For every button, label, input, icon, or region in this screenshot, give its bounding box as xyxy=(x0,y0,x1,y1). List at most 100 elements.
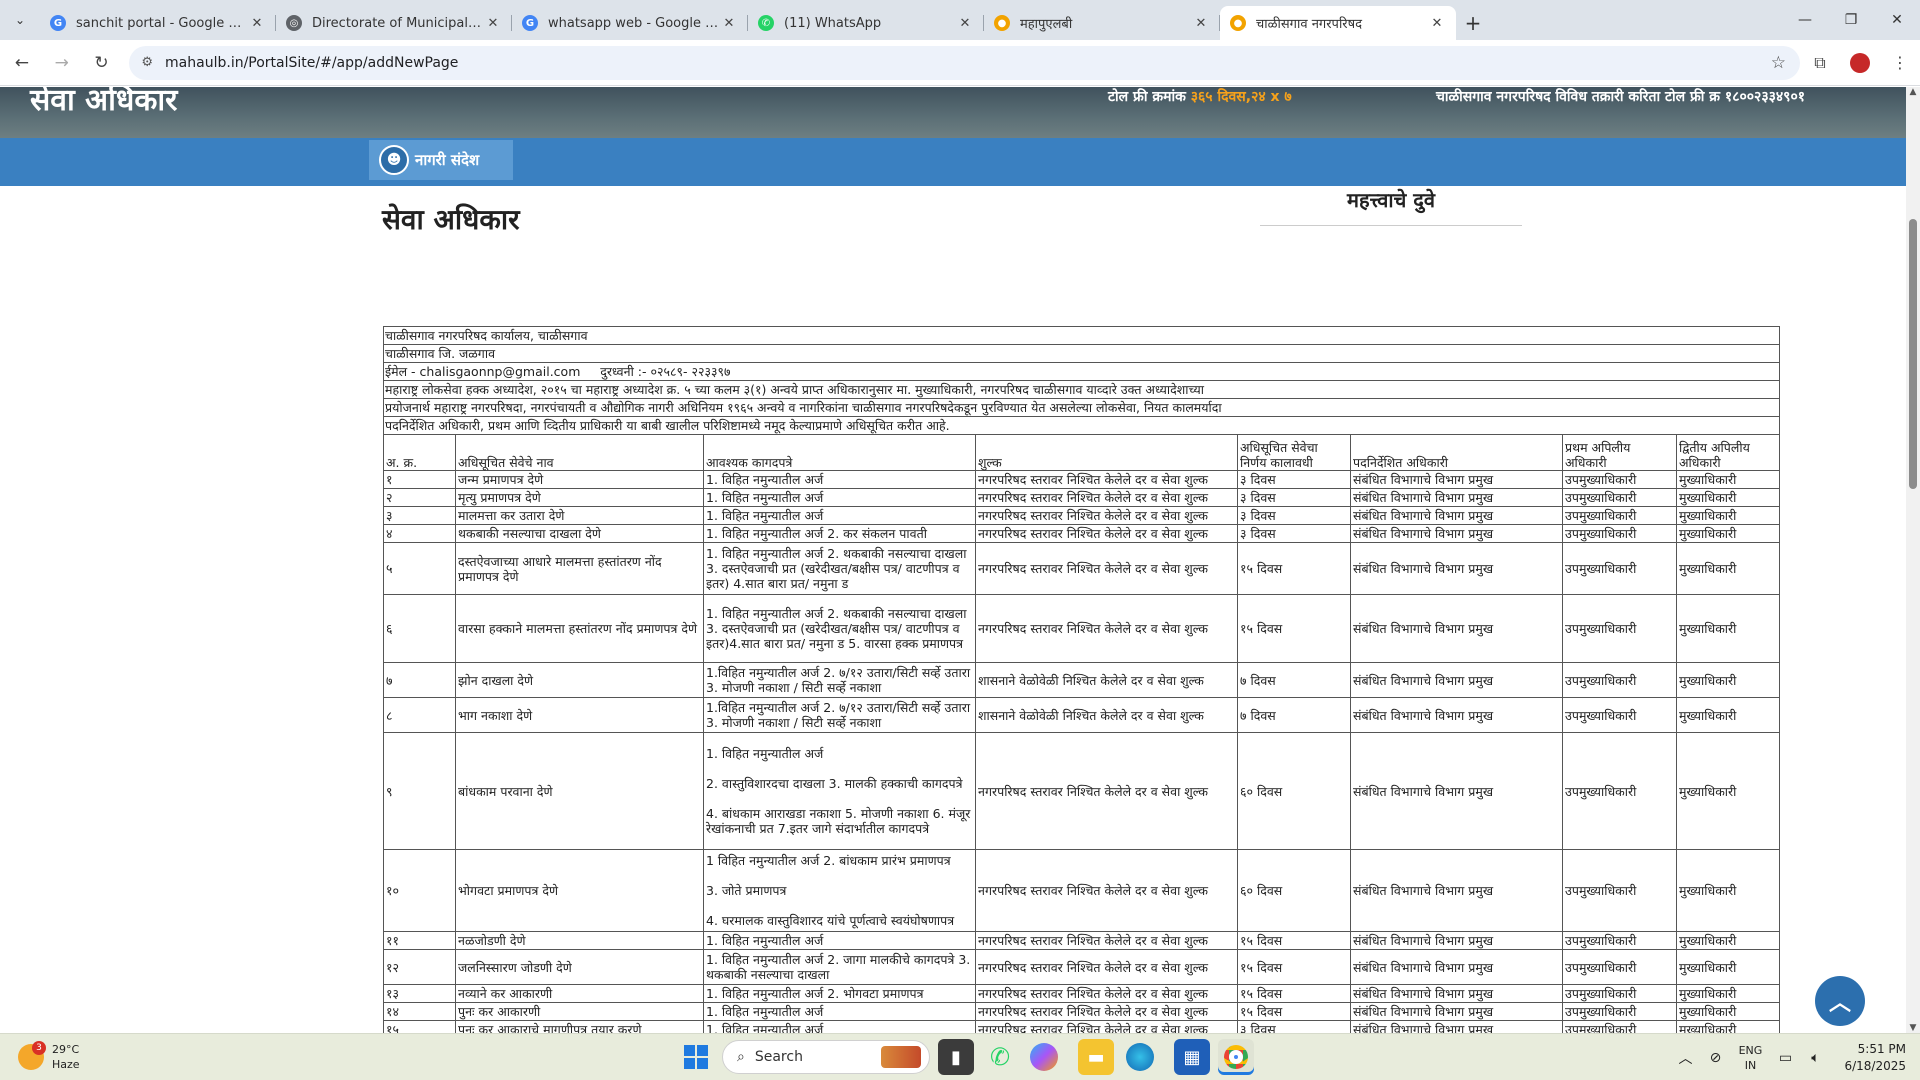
close-window-icon[interactable]: ✕ xyxy=(1874,0,1920,40)
tab-close-icon[interactable]: ✕ xyxy=(956,16,974,31)
cell-sr: ४ xyxy=(383,524,456,543)
language-indicator[interactable]: ENG IN xyxy=(1730,1043,1770,1073)
chrome-icon[interactable] xyxy=(1218,1039,1254,1075)
nagari-sandesh-button[interactable]: ☻ नागरी संदेश xyxy=(369,140,513,180)
cell-docs: 1. विहित नमुन्यातील अर्ज 2. थकबाकी नसल्य… xyxy=(703,542,976,595)
volume-icon[interactable]: 🔈︎ xyxy=(1800,1050,1830,1066)
cell-service: जलनिस्सारण जोडणी देणे xyxy=(455,949,704,985)
scroll-up-arrow-icon[interactable]: ▲ xyxy=(1906,87,1920,97)
info-line: महाराष्ट्र लोकसेवा हक्क अध्यादेश, २०१५ च… xyxy=(382,380,1781,399)
menu-kebab-icon[interactable]: ⋮ xyxy=(1880,53,1920,72)
site-info-icon[interactable]: ⚙ xyxy=(141,55,153,70)
weather-badge: 3 xyxy=(32,1041,46,1055)
new-tab-plus-icon[interactable]: + xyxy=(1456,6,1490,40)
back-arrow-icon[interactable]: ← xyxy=(4,45,40,81)
tab-close-icon[interactable]: ✕ xyxy=(720,16,738,31)
windows-start-icon[interactable] xyxy=(678,1039,714,1075)
header-banner: सेवा अधिकार टोल फ्री क्रमांक ३६५ दिवस,२४… xyxy=(0,87,1920,138)
cell-days: ३ दिवस xyxy=(1237,506,1351,525)
cell-sr: ३ xyxy=(383,506,456,525)
table-row: १० भोगवटा प्रमाणपत्र देणे 1 विहित नमुन्यात… xyxy=(383,849,1781,932)
scrollbar-thumb[interactable] xyxy=(1909,219,1917,489)
vertical-scrollbar[interactable]: ▲ ▼ xyxy=(1906,87,1920,1033)
cell-second: मुख्याधिकारी xyxy=(1675,732,1781,850)
display-icon[interactable]: ▭ xyxy=(1770,1050,1800,1066)
cell-service: वारसा हक्काने मालमत्ता हस्तांतरण नोंद प्… xyxy=(455,594,704,663)
cell-fee: शासनाने वेळोवेळी निश्चित केलेले दर व सेव… xyxy=(975,697,1238,733)
tab-close-icon[interactable]: ✕ xyxy=(248,16,266,31)
column-header: आवश्यक कागदपत्रे xyxy=(703,434,976,471)
table-row: ८ भाग नकाशा देणे 1.विहित नमुन्यातील अर्ज 2… xyxy=(383,697,1781,733)
task-view-icon[interactable]: ▮ xyxy=(938,1039,974,1075)
reload-icon[interactable]: ↻ xyxy=(84,45,120,81)
tab-close-icon[interactable]: ✕ xyxy=(484,16,502,31)
tray-chevron-up-icon[interactable]: ︿ xyxy=(1670,1048,1700,1068)
tab-close-icon[interactable]: ✕ xyxy=(1192,16,1210,31)
tab-title: महापुएलबी xyxy=(1020,17,1073,32)
browser-tab[interactable]: ✆ (11) WhatsApp ✕ xyxy=(748,6,984,40)
weather-text: 29°C Haze xyxy=(52,1042,80,1072)
restore-icon[interactable]: ❐ xyxy=(1828,0,1874,40)
address-bar[interactable]: ⚙ mahaulb.in/PortalSite/#/app/addNewPage… xyxy=(129,45,1800,80)
table-row: २ मृत्यु प्रमाणपत्र देणे 1. विहित नमुन्यात… xyxy=(383,488,1781,507)
browser-tab[interactable]: ◎ Directorate of Municipal Admin✕ xyxy=(276,6,512,40)
cell-sr: १३ xyxy=(383,984,456,1003)
clock[interactable]: 5:51 PM 6/18/2025 xyxy=(1844,1041,1906,1075)
cell-fee: शासनाने वेळोवेळी निश्चित केलेले दर व सेव… xyxy=(975,662,1238,698)
browser-tab[interactable]: ● चाळीसगाव नगरपरिषद ✕ xyxy=(1220,6,1456,40)
cell-first: उपमुख्याधिकारी xyxy=(1562,542,1677,595)
cell-officer: संबंधित विभागाचे विभाग प्रमुख xyxy=(1350,506,1563,525)
cell-docs: 1. विहित नमुन्यातील अर्ज 2. थकबाकी नसल्य… xyxy=(703,594,976,663)
toolbar-right: ⧉ ⋮ xyxy=(1800,52,1920,73)
profile-avatar[interactable] xyxy=(1850,52,1870,73)
tollfree-info: टोल फ्री क्रमांक ३६५ दिवस,२४ x ७ xyxy=(1108,87,1292,106)
extensions-puzzle-icon[interactable]: ⧉ xyxy=(1800,53,1840,73)
cell-fee: नगरपरिषद स्तरावर निश्चित केलेले दर व सेव… xyxy=(975,488,1238,507)
cell-service: दस्तऐवजाच्या आधारे मालमत्ता हस्तांतरण नो… xyxy=(455,542,704,595)
table-row: ७ झोन दाखला देणे 1.विहित नमुन्यातील अर्ज 2… xyxy=(383,662,1781,698)
whatsapp-icon[interactable]: ✆ xyxy=(982,1039,1018,1075)
scroll-down-arrow-icon[interactable]: ▼ xyxy=(1906,1023,1920,1033)
toolbar: ← → ↻ ⚙ mahaulb.in/PortalSite/#/app/addN… xyxy=(0,40,1920,86)
info-line: चाळीसगाव जि. जळगाव xyxy=(382,344,1781,363)
browser-tab[interactable]: Gsanchit portal - Google Search✕ xyxy=(40,6,276,40)
table-row: ९ बांधकाम परवाना देणे 1. विहित नमुन्यातील … xyxy=(383,732,1781,850)
services-table-wrap: चाळीसगाव नगरपरिषद कार्यालय, चाळीसगाव चाळी… xyxy=(382,326,1781,1033)
cell-officer: संबंधित विभागाचे विभाग प्रमुख xyxy=(1350,949,1563,985)
forward-arrow-icon[interactable]: → xyxy=(44,45,80,81)
microsoft-store-icon[interactable]: ▦ xyxy=(1174,1039,1210,1075)
cell-days: ३ दिवस xyxy=(1237,524,1351,543)
cell-docs: 1. विहित नमुन्यातील अर्ज xyxy=(703,506,976,525)
cell-sr: १० xyxy=(383,849,456,932)
taskbar-search[interactable]: ⌕ Search xyxy=(722,1040,930,1074)
info-line: ईमेल - chalisgaonnp@gmail.com दुरध्वनी :… xyxy=(382,362,1781,381)
cell-officer: संबंधित विभागाचे विभाग प्रमुख xyxy=(1350,1020,1563,1033)
cell-fee: नगरपरिषद स्तरावर निश्चित केलेले दर व सेव… xyxy=(975,931,1238,950)
nav-band: ☻ नागरी संदेश xyxy=(0,138,1920,186)
cell-second: मुख्याधिकारी xyxy=(1675,594,1781,663)
cell-sr: १५ xyxy=(383,1020,456,1033)
copilot-icon[interactable] xyxy=(1030,1043,1058,1071)
cell-service: पुनः कर आकाराचे मागणीपत्र तयार करणे xyxy=(455,1020,704,1033)
cell-service: भाग नकाशा देणे xyxy=(455,697,704,733)
browser-tab[interactable]: ● महापुएलबी ✕ xyxy=(984,6,1220,40)
cell-docs: 1. विहित नमुन्यातील अर्ज 2. भोगवटा प्रमा… xyxy=(703,984,976,1003)
browser-tab[interactable]: Gwhatsapp web - Google Search✕ xyxy=(512,6,748,40)
edge-browser-icon[interactable] xyxy=(1126,1043,1154,1071)
weather-widget[interactable]: 3 29°C Haze xyxy=(18,1041,80,1072)
taskbar-search-label: Search xyxy=(754,1049,803,1065)
nagari-sandesh-label: नागरी संदेश xyxy=(415,151,480,169)
cell-second: मुख्याधिकारी xyxy=(1675,931,1781,950)
table-body: १ जन्म प्रमाणपत्र देणे 1. विहित नमुन्यातील… xyxy=(383,470,1781,1033)
url-text[interactable]: mahaulb.in/PortalSite/#/app/addNewPage xyxy=(165,55,1771,71)
bookmark-star-icon[interactable]: ☆ xyxy=(1771,53,1786,73)
network-icon[interactable]: ⊘ xyxy=(1700,1050,1730,1066)
cell-service: जन्म प्रमाणपत्र देणे xyxy=(455,470,704,489)
scroll-to-top-button[interactable]: ︿ xyxy=(1815,976,1865,1026)
file-explorer-icon[interactable]: ▬ xyxy=(1078,1039,1114,1075)
tab-close-icon[interactable]: ✕ xyxy=(1428,16,1446,31)
cell-docs: 1.विहित नमुन्यातील अर्ज 2. ७/१२ उतारा/सि… xyxy=(703,697,976,733)
tab-search-chevron-icon[interactable]: ⌄ xyxy=(0,0,40,40)
column-header: प्रथम अपिलीय अधिकारी xyxy=(1562,434,1677,471)
minimize-icon[interactable]: — xyxy=(1782,0,1828,40)
